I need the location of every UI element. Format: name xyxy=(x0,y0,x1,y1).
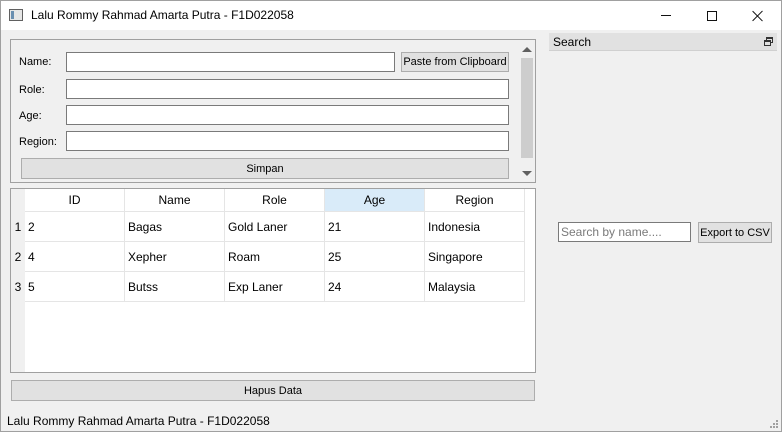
row-header[interactable]: 1 xyxy=(11,212,25,242)
table-cell-name[interactable]: Butss xyxy=(125,272,225,302)
region-label: Region: xyxy=(19,136,57,148)
table-cell-role[interactable]: Roam xyxy=(225,242,325,272)
column-header-region[interactable]: Region xyxy=(425,189,525,212)
column-header-role[interactable]: Role xyxy=(225,189,325,212)
delete-data-button[interactable]: Hapus Data xyxy=(11,380,535,401)
table-cell-region[interactable]: Indonesia xyxy=(425,212,525,242)
maximize-button[interactable] xyxy=(689,1,735,30)
table-cell-age[interactable]: 25 xyxy=(325,242,425,272)
table-cell-age[interactable]: 21 xyxy=(325,212,425,242)
table-cell-name[interactable]: Xepher xyxy=(125,242,225,272)
age-label: Age: xyxy=(19,110,42,122)
age-input[interactable] xyxy=(66,105,509,125)
dock-title-label: Search xyxy=(553,35,592,49)
role-label: Role: xyxy=(19,84,45,96)
table-cell-id[interactable]: 2 xyxy=(25,212,125,242)
scroll-down-icon[interactable] xyxy=(522,171,532,176)
data-table: ID Name Role Age Region 1 2 Bagas Gold L… xyxy=(10,188,536,373)
row-header[interactable]: 2 xyxy=(11,242,25,272)
form-scrollbar[interactable] xyxy=(519,41,535,181)
region-input[interactable] xyxy=(66,131,509,151)
paste-from-clipboard-button[interactable]: Paste from Clipboard xyxy=(401,52,509,72)
role-input[interactable] xyxy=(66,79,509,99)
minimize-button[interactable] xyxy=(643,1,689,30)
maximize-icon xyxy=(707,10,717,21)
title-bar[interactable]: Lalu Rommy Rahmad Amarta Putra - F1D0220… xyxy=(1,1,781,30)
table-cell-age[interactable]: 24 xyxy=(325,272,425,302)
column-header-age[interactable]: Age xyxy=(325,189,425,212)
name-input[interactable] xyxy=(66,52,395,72)
table-cell-id[interactable]: 5 xyxy=(25,272,125,302)
column-header-id[interactable]: ID xyxy=(25,189,125,212)
row-header[interactable]: 3 xyxy=(11,272,25,302)
scrollbar-thumb[interactable] xyxy=(521,58,533,158)
close-icon xyxy=(752,10,764,22)
scroll-up-icon[interactable] xyxy=(522,47,532,52)
resize-grip-icon[interactable] xyxy=(769,419,779,429)
table-cell-name[interactable]: Bagas xyxy=(125,212,225,242)
column-header-name[interactable]: Name xyxy=(125,189,225,212)
table-cell-region[interactable]: Malaysia xyxy=(425,272,525,302)
window-title: Lalu Rommy Rahmad Amarta Putra - F1D0220… xyxy=(31,8,294,22)
name-label: Name: xyxy=(19,56,52,68)
search-dock-title[interactable]: Search xyxy=(549,33,777,51)
minimize-icon xyxy=(661,15,671,16)
search-dock: Search Export to CSV xyxy=(549,33,777,415)
input-form-panel: Name: Paste from Clipboard Role: Age: Re… xyxy=(10,39,536,183)
table-cell-region[interactable]: Singapore xyxy=(425,242,525,272)
float-dock-icon[interactable] xyxy=(764,37,773,46)
save-button[interactable]: Simpan xyxy=(21,158,509,179)
export-csv-button[interactable]: Export to CSV xyxy=(698,222,772,243)
app-icon xyxy=(9,9,23,21)
table-cell-role[interactable]: Exp Laner xyxy=(225,272,325,302)
main-window: Lalu Rommy Rahmad Amarta Putra - F1D0220… xyxy=(0,0,782,432)
status-bar-text: Lalu Rommy Rahmad Amarta Putra - F1D0220… xyxy=(7,414,270,428)
table-cell-role[interactable]: Gold Laner xyxy=(225,212,325,242)
search-input[interactable] xyxy=(558,222,691,242)
table-cell-id[interactable]: 4 xyxy=(25,242,125,272)
close-button[interactable] xyxy=(735,1,781,30)
